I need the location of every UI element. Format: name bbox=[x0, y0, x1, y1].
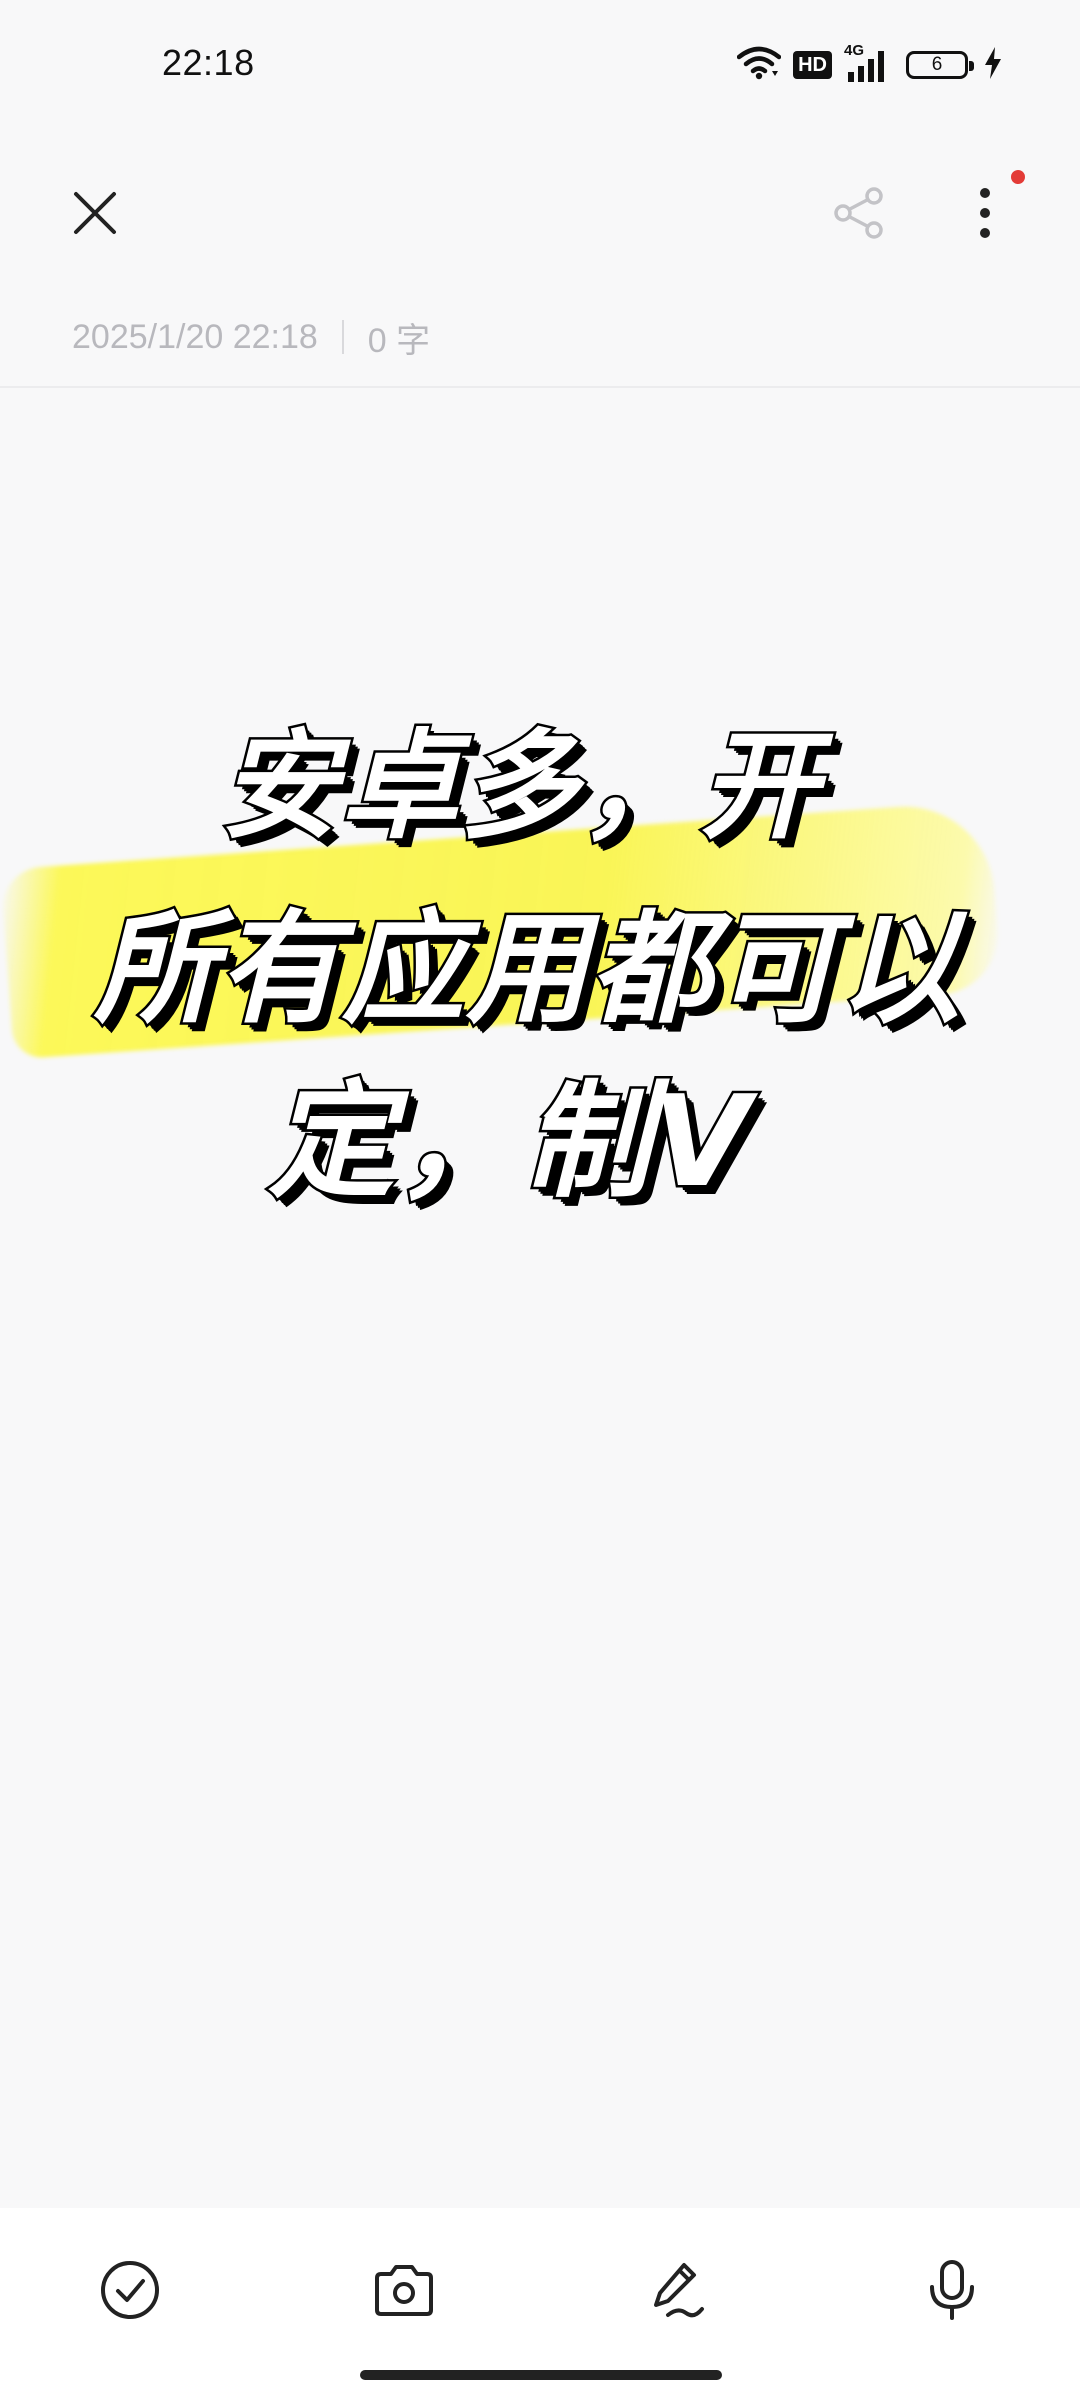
status-bar: 22:18 HD 4G 6 bbox=[0, 0, 1080, 130]
signal-icon: 4G bbox=[844, 42, 894, 84]
home-indicator[interactable] bbox=[360, 2370, 722, 2380]
charging-icon bbox=[984, 47, 1002, 83]
overlay-line-3: 定，制V bbox=[266, 1066, 753, 1218]
camera-icon bbox=[375, 2265, 433, 2316]
wifi-icon bbox=[736, 45, 782, 85]
note-meta: 2025/1/20 22:18 0 字 bbox=[72, 313, 430, 361]
hd-icon: HD bbox=[793, 51, 832, 79]
handwriting-icon bbox=[654, 2263, 704, 2318]
microphone-icon bbox=[930, 2260, 974, 2320]
overlay-line-1: 安卓多，开 bbox=[217, 715, 820, 858]
note-timestamp: 2025/1/20 22:18 bbox=[72, 317, 318, 356]
share-icon bbox=[834, 187, 883, 239]
status-icons: HD 4G 6 bbox=[736, 42, 1002, 86]
meta-separator bbox=[341, 320, 344, 354]
note-toolbar bbox=[0, 150, 1080, 270]
word-count: 0 字 bbox=[367, 321, 431, 360]
voice-input-button[interactable] bbox=[912, 2250, 992, 2330]
camera-button[interactable] bbox=[364, 2250, 444, 2330]
notification-dot bbox=[1011, 170, 1025, 184]
close-button[interactable] bbox=[60, 178, 130, 248]
handwriting-button[interactable] bbox=[638, 2250, 718, 2330]
checklist-button[interactable] bbox=[90, 2250, 170, 2330]
more-options-button[interactable] bbox=[955, 178, 1015, 248]
overlay-line-2: 所有应用都可以 bbox=[92, 896, 963, 1043]
more-icon bbox=[980, 188, 990, 238]
battery-icon: 6 bbox=[906, 51, 974, 79]
share-button[interactable] bbox=[824, 178, 894, 248]
status-time: 22:18 bbox=[162, 42, 255, 83]
note-editor[interactable] bbox=[0, 388, 1080, 2208]
checklist-icon bbox=[101, 2261, 159, 2319]
close-icon bbox=[74, 192, 116, 234]
